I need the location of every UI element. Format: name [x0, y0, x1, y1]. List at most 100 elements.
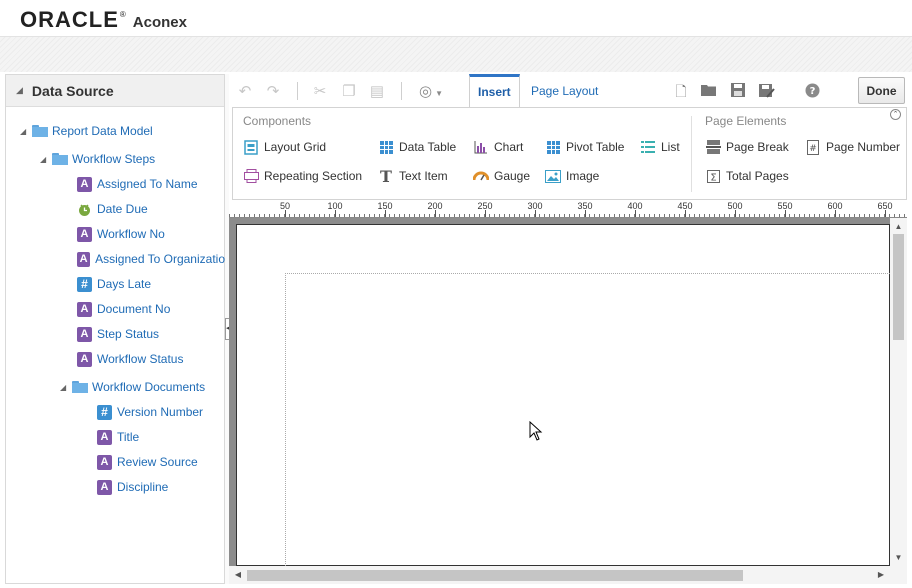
tree-item-workflow-steps[interactable]: ◢ Workflow Steps — [40, 149, 155, 169]
tree-item-assigned-to-organization[interactable]: A Assigned To Organizatio — [77, 249, 225, 269]
ruler-major-tick — [435, 210, 436, 217]
insert-ribbon: Components Page Elements ⌃ Layout Grid D… — [232, 107, 907, 200]
expand-triangle-icon[interactable]: ◢ — [20, 127, 32, 136]
layout-grid-label: Layout Grid — [264, 140, 327, 154]
chart-button[interactable]: Chart — [473, 138, 523, 156]
undo-icon[interactable]: ↶ — [236, 83, 254, 101]
copy-icon[interactable]: ❐ — [340, 83, 358, 101]
collapse-ribbon-icon[interactable]: ⌃ — [890, 109, 901, 120]
list-button[interactable]: List — [640, 138, 680, 156]
expand-triangle-icon[interactable]: ◢ — [60, 383, 72, 392]
text-field-icon: A — [77, 326, 92, 342]
text-field-icon: A — [77, 351, 92, 367]
brand-logo: ORACLE ® Aconex — [20, 7, 187, 33]
scroll-up-icon[interactable]: ▲ — [890, 220, 907, 234]
tree-item-review-source[interactable]: A Review Source — [97, 452, 198, 472]
text-field-icon: A — [77, 301, 92, 317]
data-source-panel: ◢ Data Source ◢ Report Data Model ◢ Work… — [5, 74, 225, 584]
tree-item-workflow-no[interactable]: A Workflow No — [77, 224, 165, 244]
tree-item-label: Date Due — [97, 202, 148, 216]
tab-insert-label: Insert — [478, 85, 511, 99]
tree-item-workflow-status[interactable]: A Workflow Status — [77, 349, 183, 369]
data-table-icon — [378, 139, 394, 155]
product-name: Aconex — [132, 14, 187, 31]
cut-icon[interactable]: ✂ — [311, 83, 329, 101]
app-header: ORACLE ® Aconex — [0, 0, 912, 36]
scroll-right-icon[interactable]: ▶ — [874, 566, 888, 584]
tree-item-label: Document No — [97, 302, 171, 316]
collapse-triangle-icon[interactable]: ◢ — [16, 85, 23, 96]
oracle-wordmark: ORACLE — [20, 7, 119, 32]
gauge-button[interactable]: Gauge — [473, 167, 530, 185]
tree-item-label: Report Data Model — [52, 124, 153, 138]
text-field-icon: A — [97, 479, 112, 495]
pivot-table-label: Pivot Table — [566, 140, 625, 154]
ruler-major-tick — [835, 210, 836, 217]
tree-item-assigned-to-name[interactable]: A Assigned To Name — [77, 174, 198, 194]
vertical-scroll-thumb[interactable] — [893, 234, 904, 340]
text-field-icon: A — [97, 429, 112, 445]
ruler-major-tick — [885, 210, 886, 217]
done-button[interactable]: Done — [858, 77, 905, 104]
scroll-down-icon[interactable]: ▼ — [890, 551, 907, 565]
tree-item-label: Assigned To Name — [97, 177, 198, 191]
number-field-icon: # — [97, 404, 112, 420]
layout-grid-button[interactable]: Layout Grid — [243, 138, 326, 156]
save-as-icon[interactable] — [759, 83, 775, 99]
header-band — [0, 36, 912, 72]
tree-item-label: Step Status — [97, 327, 160, 341]
tree-item-report-data-model[interactable]: ◢ Report Data Model — [20, 121, 153, 141]
tree-item-workflow-documents[interactable]: ◢ Workflow Documents — [60, 377, 205, 397]
paste-icon[interactable]: ▤ — [368, 83, 386, 101]
text-item-button[interactable]: T Text Item — [378, 167, 448, 186]
horizontal-scroll-thumb[interactable] — [247, 570, 743, 581]
tab-page-layout[interactable]: Page Layout — [523, 74, 606, 108]
folder-icon — [32, 125, 48, 137]
page-break-icon — [705, 139, 721, 155]
tree-item-label: Discipline — [117, 480, 169, 494]
tree-item-version-number[interactable]: # Version Number — [97, 402, 203, 422]
chart-icon — [473, 139, 489, 155]
scroll-left-icon[interactable]: ◀ — [231, 566, 245, 584]
tree-item-days-late[interactable]: # Days Late — [77, 274, 151, 294]
number-field-icon: # — [77, 276, 92, 292]
data-icon[interactable]: ◎ ▼ — [415, 83, 447, 101]
open-icon[interactable] — [701, 83, 717, 99]
tree-item-document-no[interactable]: A Document No — [77, 299, 170, 319]
data-source-header[interactable]: ◢ Data Source — [6, 75, 224, 107]
repeating-section-button[interactable]: Repeating Section — [243, 167, 362, 185]
ruler-major-tick — [585, 210, 586, 217]
text-field-icon: A — [77, 226, 92, 242]
data-table-label: Data Table — [399, 140, 457, 154]
total-pages-button[interactable]: Σ Total Pages — [705, 167, 789, 185]
repeating-section-icon — [243, 168, 259, 184]
tree-item-label: Assigned To Organizatio — [95, 252, 225, 266]
tree-item-discipline[interactable]: A Discipline — [97, 477, 168, 497]
svg-text:#: # — [809, 144, 817, 154]
total-pages-label: Total Pages — [726, 169, 789, 183]
page-number-button[interactable]: # Page Number — [805, 138, 900, 156]
page-number-label: Page Number — [826, 140, 901, 154]
data-table-button[interactable]: Data Table — [378, 138, 456, 156]
expand-triangle-icon[interactable]: ◢ — [40, 155, 52, 164]
pivot-table-icon — [545, 139, 561, 155]
pivot-table-button[interactable]: Pivot Table — [545, 138, 624, 156]
tree-item-step-status[interactable]: A Step Status — [77, 324, 159, 344]
page-break-label: Page Break — [726, 140, 789, 154]
page-body-area[interactable] — [285, 273, 890, 566]
tab-insert[interactable]: Insert — [469, 74, 520, 109]
tree-item-label: Title — [117, 430, 140, 444]
help-icon[interactable]: ? — [804, 83, 820, 99]
tree-item-date-due[interactable]: Date Due — [77, 199, 148, 219]
tree-item-label: Workflow Status — [97, 352, 184, 366]
tree-item-label: Workflow No — [97, 227, 165, 241]
folder-icon — [52, 153, 68, 165]
new-icon[interactable]: 🗋 — [673, 83, 689, 99]
save-icon[interactable] — [730, 83, 746, 99]
image-button[interactable]: Image — [545, 167, 599, 185]
data-source-title: Data Source — [31, 82, 114, 99]
designer-toolbar: ↶ ↷ ✂ ❐ ▤ ◎ ▼ Insert Page Layout 🗋 ? Done — [229, 74, 907, 109]
redo-icon[interactable]: ↷ — [264, 83, 282, 101]
tree-item-title[interactable]: A Title — [97, 427, 139, 447]
page-break-button[interactable]: Page Break — [705, 138, 789, 156]
